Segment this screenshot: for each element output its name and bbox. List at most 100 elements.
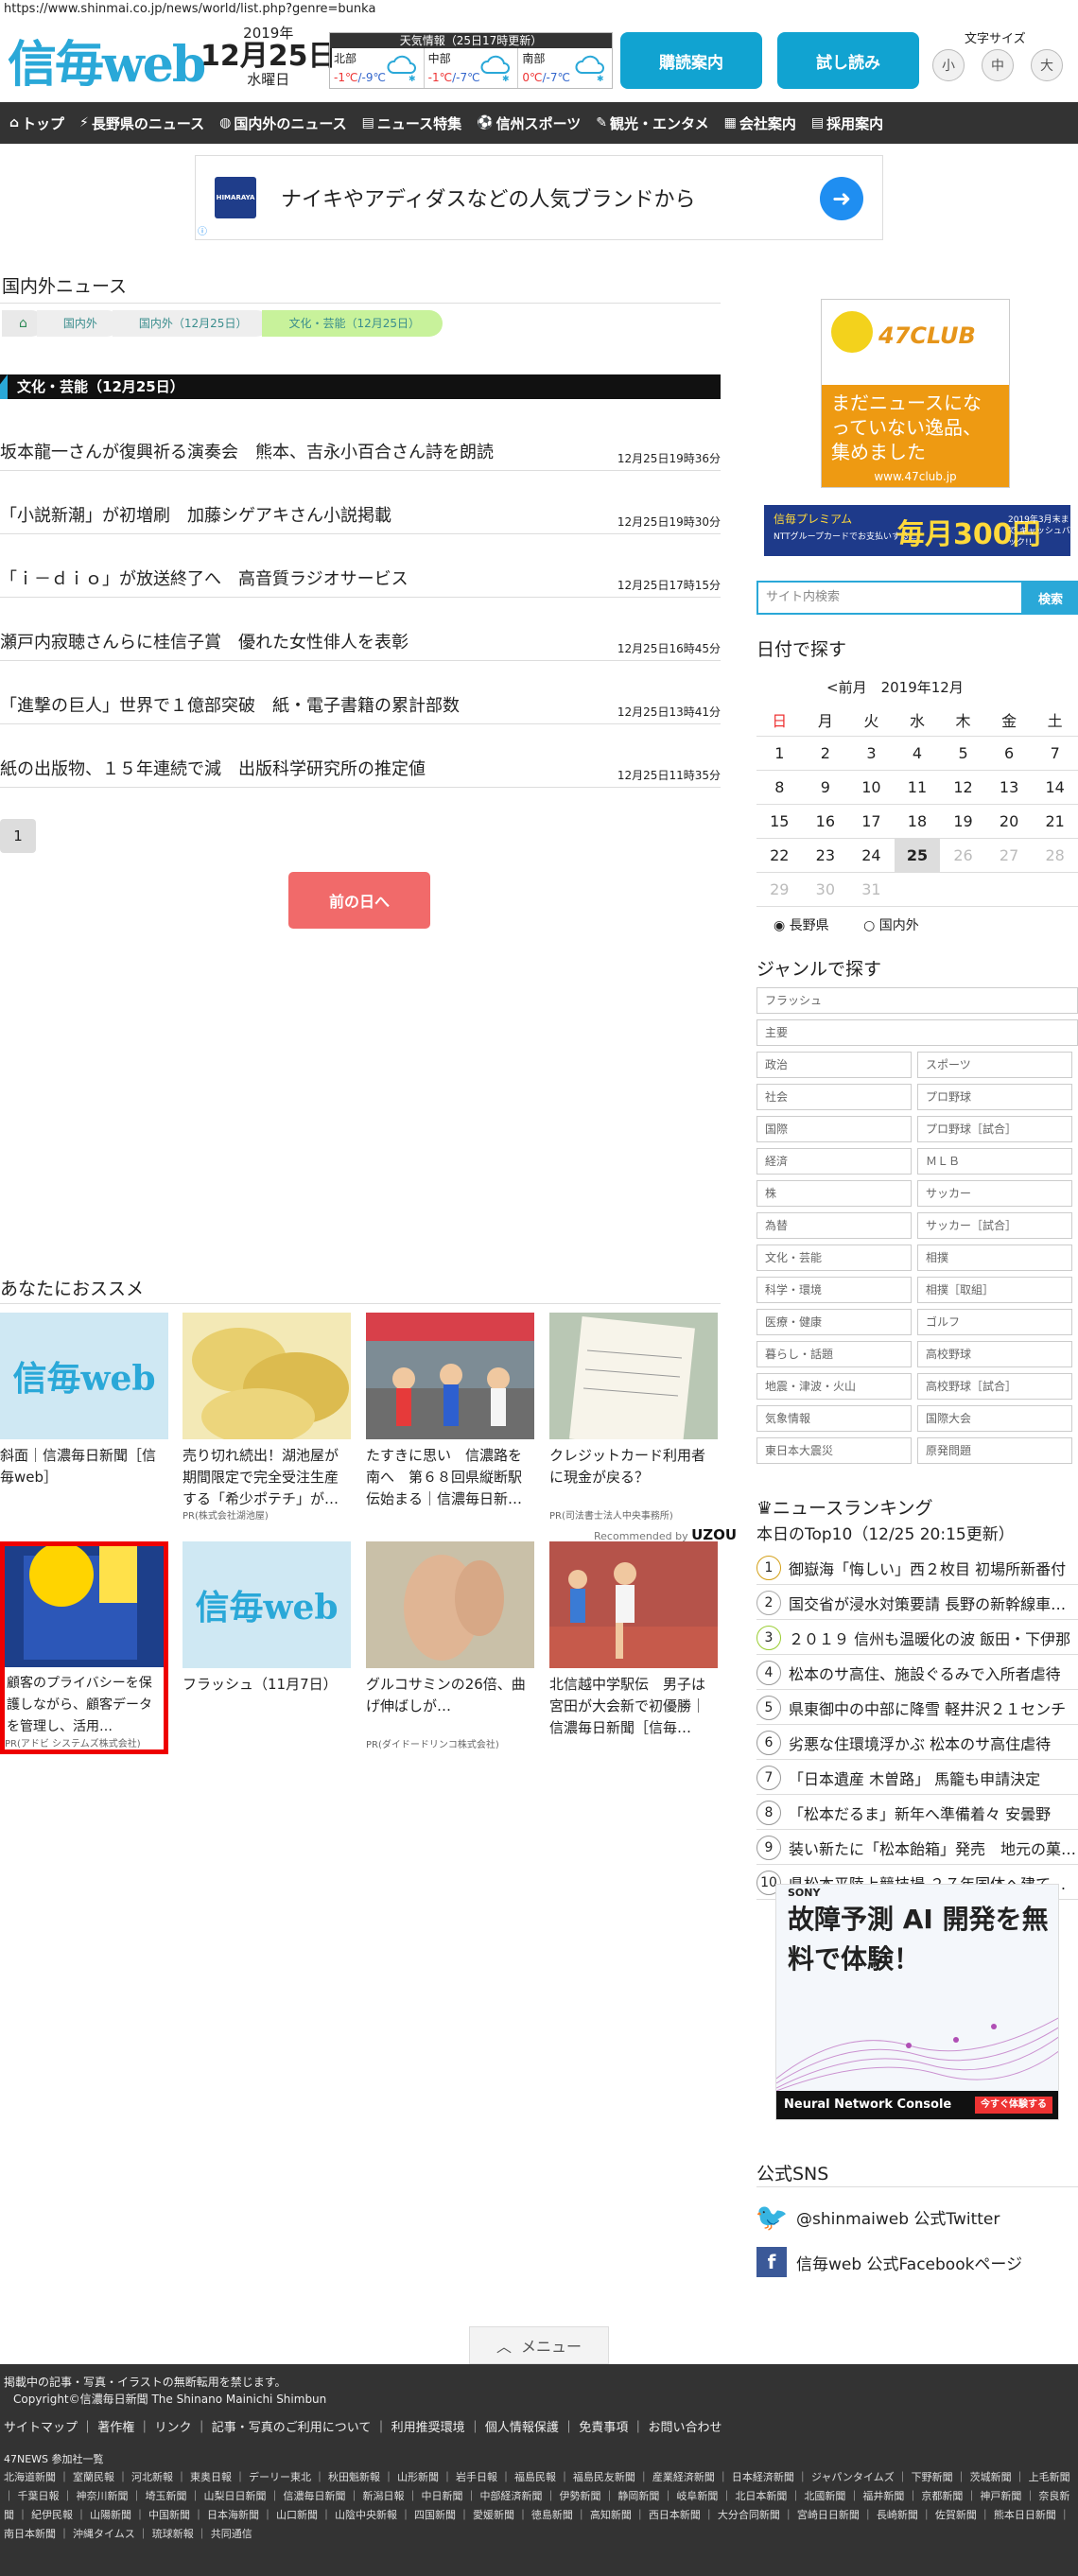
genre-link[interactable]: 文化・芸能 (756, 1244, 912, 1271)
facebook-link[interactable]: f 信毎web 公式Facebookページ (756, 2247, 1022, 2277)
calendar-day[interactable]: 20 (985, 804, 1033, 839)
genre-link[interactable]: 国際 (756, 1116, 912, 1142)
recommend-card[interactable]: 売り切れ続出！湖池屋が期間限定で完全受注生産する「希少ポテチ」が… PR(株式会… (183, 1313, 351, 1522)
breadcrumb-current[interactable]: 文化・芸能（12月25日） (262, 310, 443, 337)
calendar-day[interactable]: 23 (802, 838, 849, 873)
nav-item[interactable]: ▦ 会社案内 (724, 113, 796, 133)
ad-text[interactable]: ナイキやアディダスなどの人気ブランドから (281, 183, 695, 213)
47club-banner[interactable]: 47CLUB まだニュースになっていない逸品、集めました www.47club.… (821, 299, 1010, 488)
genre-link[interactable]: 高校野球［試合］ (917, 1373, 1072, 1400)
calendar-day[interactable]: 3 (848, 736, 895, 771)
nav-item[interactable]: ◍ 国内外のニュース (219, 113, 346, 133)
genre-link[interactable]: 気象情報 (756, 1405, 912, 1432)
genre-link[interactable]: 科学・環境 (756, 1277, 912, 1303)
genre-link[interactable]: 主要 (756, 1019, 1078, 1046)
arrow-right-icon[interactable]: ➜ (820, 177, 863, 220)
prev-day-button[interactable]: 前の日へ (288, 872, 430, 929)
ranking-item[interactable]: 3 ２０１９ 信州も温暖化の波 飯田・下伊那 (756, 1621, 1078, 1655)
news-item[interactable]: 紙の出版物、１５年連続で減 出版科学研究所の推定値 12月25日11時35分 (0, 750, 721, 788)
news-item[interactable]: 「進撃の巨人」世界で１億部突破 紙・電子書籍の累計部数 12月25日13時41分 (0, 687, 721, 724)
ranking-item[interactable]: 4 松本のサ高住、施設ぐるみで入所者虐待 (756, 1656, 1078, 1690)
genre-link[interactable]: 国際大会 (917, 1405, 1072, 1432)
footer-links[interactable]: サイトマップ ｜ 著作権 ｜ リンク ｜ 記事・写真のご利用について ｜ 利用推… (4, 2417, 722, 2435)
twitter-link[interactable]: 🐦 @shinmaiweb 公式Twitter (756, 2202, 1000, 2233)
genre-link[interactable]: 暮らし・話題 (756, 1341, 912, 1367)
recommend-card-highlighted[interactable]: 顧客のプライバシーを保護しながら、顧客データを管理し、活用… PR(アドビ シス… (0, 1541, 168, 1754)
calendar-day[interactable]: 4 (894, 736, 941, 771)
nav-item[interactable]: ✎ 観光・エンタメ (596, 113, 708, 133)
font-small-button[interactable]: 小 (932, 49, 965, 81)
search-input[interactable]: サイト内検索 (756, 581, 1023, 615)
genre-link[interactable]: フラッシュ (756, 987, 1078, 1014)
site-logo[interactable]: 信毎web (8, 25, 206, 96)
genre-link[interactable]: 地震・津波・火山 (756, 1373, 912, 1400)
calendar-day[interactable]: 18 (894, 804, 941, 839)
genre-link[interactable]: 東日本大震災 (756, 1437, 912, 1464)
calendar-day[interactable]: 15 (756, 804, 803, 839)
radio-domestic[interactable]: ○ 国内外 (863, 918, 934, 933)
genre-link[interactable]: サッカー (917, 1180, 1072, 1207)
news-item[interactable]: 「ｉ－ｄｉｏ」が放送終了へ 高音質ラジオサービス 12月25日17時15分 (0, 560, 721, 598)
nnc-cta[interactable]: 今すぐ体験する (975, 2097, 1052, 2114)
calendar-day[interactable]: 1 (756, 736, 803, 771)
prev-month-link[interactable]: <前月 (826, 679, 867, 696)
genre-link[interactable]: 経済 (756, 1148, 912, 1175)
ranking-item[interactable]: 7 「日本遺産 木曽路」 馬籠も申請決定 (756, 1761, 1078, 1795)
genre-link[interactable]: 相撲［取組］ (917, 1277, 1072, 1303)
genre-link[interactable]: プロ野球 (917, 1084, 1072, 1110)
ranking-item[interactable]: 6 劣悪な住環境浮かぶ 松本のサ高住虐待 (756, 1726, 1078, 1760)
recommend-card[interactable]: 北信越中学駅伝 男子は宮田が大会新で初優勝｜信濃毎日新聞［信毎… (549, 1541, 718, 1761)
genre-link[interactable]: 原発問題 (917, 1437, 1072, 1464)
nav-item[interactable]: ▤ ニュース特集 (362, 113, 462, 133)
calendar-day[interactable]: 17 (848, 804, 895, 839)
calendar-day[interactable]: 9 (802, 770, 849, 805)
calendar-day[interactable]: 14 (1032, 770, 1078, 805)
news-item[interactable]: 「小説新潮」が初増刷 加藤シゲアキさん小説掲載 12月25日19時30分 (0, 496, 721, 534)
recommend-card[interactable]: クレジットカード利用者に現金が戻る？ PR(司法書士法人中央事務所) (549, 1313, 718, 1522)
ranking-item[interactable]: 8 「松本だるま」新年へ準備着々 安曇野 (756, 1796, 1078, 1830)
nnc-ad[interactable]: SONY 故障予測 AI 開発を無料で体験！ Neural Network Co… (775, 1884, 1059, 2120)
calendar-day[interactable]: 16 (802, 804, 849, 839)
genre-link[interactable]: 医療・健康 (756, 1309, 912, 1335)
nav-item[interactable]: ▤ 採用案内 (811, 113, 883, 133)
genre-link[interactable]: ゴルフ (917, 1309, 1072, 1335)
recommend-card[interactable]: たすきに思い 信濃路を南へ 第６８回県縦断駅伝始まる｜信濃毎日新… (366, 1313, 534, 1532)
calendar-day[interactable]: 24 (848, 838, 895, 873)
menu-toggle[interactable]: ︿ メニュー (469, 2326, 609, 2364)
genre-link[interactable]: 株 (756, 1180, 912, 1207)
calendar-day[interactable]: 12 (940, 770, 986, 805)
font-large-button[interactable]: 大 (1031, 49, 1063, 81)
calendar-day[interactable]: 13 (985, 770, 1033, 805)
search-button[interactable]: 検索 (1023, 581, 1078, 615)
genre-link[interactable]: 相撲 (917, 1244, 1072, 1271)
trial-button[interactable]: 試し読み (777, 32, 919, 89)
genre-link[interactable]: 政治 (756, 1052, 912, 1078)
calendar-day[interactable]: 5 (940, 736, 986, 771)
calendar-day[interactable]: 22 (756, 838, 803, 873)
news-item[interactable]: 瀬戸内寂聴さんらに桂信子賞 優れた女性俳人を表彰 12月25日16時45分 (0, 623, 721, 661)
ranking-item[interactable]: 9 装い新たに「松本飴箱」発売 地元の菓子店 (756, 1831, 1078, 1865)
calendar-day[interactable]: 7 (1032, 736, 1078, 771)
breadcrumb-item[interactable]: 国内外 (36, 310, 120, 337)
breadcrumb-item[interactable]: 国内外（12月25日） (112, 310, 270, 337)
uzou-logo[interactable]: UZOU (691, 1526, 737, 1543)
nav-item[interactable]: ⌂ トップ (9, 113, 64, 133)
genre-link[interactable]: ＭＬＢ (917, 1148, 1072, 1175)
47news-papers[interactable]: 北海道新聞 ｜ 室蘭民報 ｜ 河北新報 ｜ 東奥日報 ｜ デーリー東北 ｜ 秋田… (4, 2468, 1078, 2544)
font-medium-button[interactable]: 中 (982, 49, 1014, 81)
ranking-item[interactable]: 1 御嶽海「悔しい」西２枚目 初場所新番付 (756, 1551, 1078, 1585)
adchoices-icon[interactable]: ⓘ (198, 223, 207, 237)
genre-link[interactable]: サッカー［試合］ (917, 1212, 1072, 1239)
calendar-day[interactable]: 19 (940, 804, 986, 839)
calendar-day[interactable]: 21 (1032, 804, 1078, 839)
weather-widget[interactable]: 天気情報（25日17時更新） 北部 -1℃/-9℃ ✱ 中部 -1℃/-7℃ ✱… (329, 32, 613, 89)
page-number[interactable]: 1 (0, 819, 36, 853)
calendar-day[interactable]: 2 (802, 736, 849, 771)
genre-link[interactable]: 高校野球 (917, 1341, 1072, 1367)
genre-link[interactable]: スポーツ (917, 1052, 1072, 1078)
nav-item[interactable]: ⚡ 長野県のニュース (79, 113, 204, 133)
genre-link[interactable]: プロ野球［試合］ (917, 1116, 1072, 1142)
banner-ad[interactable]: HIMARAYA ナイキやアディダスなどの人気ブランドから ➜ ⓘ (195, 155, 883, 240)
calendar-day[interactable]: 10 (848, 770, 895, 805)
calendar-day[interactable]: 8 (756, 770, 803, 805)
